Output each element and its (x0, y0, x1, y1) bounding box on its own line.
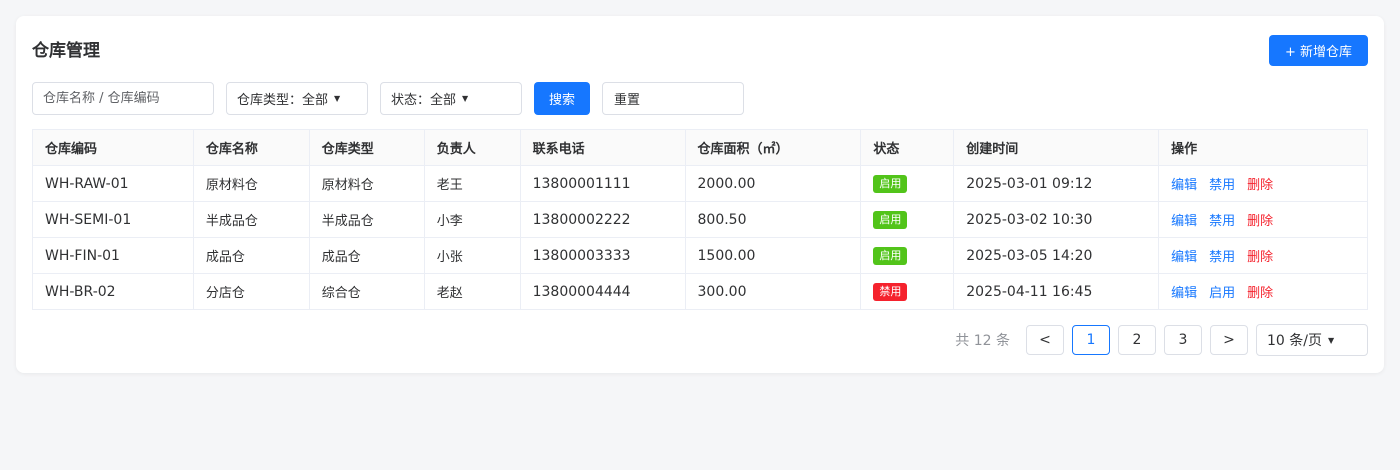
warehouse-table: 仓库编码 仓库名称 仓库类型 负责人 联系电话 仓库面积（㎡） 状态 创建时间 操作 WH-RA… (32, 129, 1368, 310)
cell-code: WH-RAW-01 (32, 165, 194, 202)
cell-code: WH-FIN-01 (32, 237, 194, 274)
search-button[interactable]: 搜索 (534, 82, 590, 115)
cell-actions: 编辑 禁用 删除 (1158, 237, 1368, 274)
page-size-select[interactable]: 10 条/页 ▼ (1256, 324, 1368, 356)
column-header: 创建时间 (953, 129, 1160, 166)
cell-type: 半成品仓 (308, 201, 425, 238)
cell-phone: 13800003333 (519, 237, 686, 274)
table-header-row: 仓库编码 仓库名称 仓库类型 负责人 联系电话 仓库面积（㎡） 状态 创建时间 操作 (32, 129, 1368, 166)
cell-area: 2000.00 (684, 165, 862, 202)
page-size-label: 10 条/页 (1267, 333, 1322, 349)
cell-status: 启用 (860, 237, 955, 274)
delete-link[interactable]: 删除 (1247, 286, 1273, 301)
cell-manager: 老王 (423, 165, 521, 202)
prev-page-button[interactable]: < (1026, 325, 1064, 355)
cell-actions: 编辑 启用 删除 (1158, 273, 1368, 310)
cell-name: 成品仓 (192, 237, 310, 274)
status-select[interactable]: 状态：全部 ▼ (380, 82, 522, 115)
column-header: 仓库编码 (32, 129, 194, 166)
delete-link[interactable]: 删除 (1247, 178, 1273, 193)
table-row: WH-SEMI-01 半成品仓 半成品仓 小李 13800002222 800.50 启用 2… (32, 201, 1368, 238)
edit-link[interactable]: 编辑 (1171, 286, 1197, 301)
cell-manager: 小李 (423, 201, 521, 238)
cell-manager: 老赵 (423, 273, 521, 310)
column-header: 仓库面积（㎡） (684, 129, 862, 166)
column-header: 联系电话 (519, 129, 686, 166)
table-body: WH-RAW-01 原材料仓 原材料仓 老王 13800001111 2000.00 启用 2… (32, 165, 1368, 310)
delete-link[interactable]: 删除 (1247, 214, 1273, 229)
toggle-status-link[interactable]: 禁用 (1209, 178, 1235, 193)
toggle-status-link[interactable]: 禁用 (1209, 250, 1235, 265)
cell-created: 2025-03-02 10:30 (953, 201, 1160, 238)
caret-down-icon: ▼ (462, 94, 469, 103)
page-button[interactable]: 1 (1072, 325, 1110, 355)
table-row: WH-FIN-01 成品仓 成品仓 小张 13800003333 1500.00 启用 202… (32, 237, 1368, 274)
add-warehouse-button[interactable]: + 新增仓库 (1269, 35, 1368, 66)
toggle-status-link[interactable]: 启用 (1209, 286, 1235, 301)
cell-created: 2025-03-01 09:12 (953, 165, 1160, 202)
page-button[interactable]: 3 (1164, 325, 1202, 355)
cell-type: 原材料仓 (308, 165, 425, 202)
status-badge: 启用 (873, 246, 908, 265)
cell-name: 半成品仓 (192, 201, 310, 238)
status-badge: 启用 (873, 174, 908, 193)
cell-status: 启用 (860, 201, 955, 238)
status-badge: 启用 (873, 210, 908, 229)
cell-phone: 13800004444 (519, 273, 686, 310)
total-count: 共 12 条 (955, 333, 1010, 349)
cell-code: WH-BR-02 (32, 273, 194, 310)
column-header: 操作 (1158, 129, 1368, 166)
cell-area: 300.00 (684, 273, 862, 310)
next-page-button[interactable]: > (1210, 325, 1248, 355)
cell-area: 1500.00 (684, 237, 862, 274)
search-input[interactable] (43, 91, 213, 106)
cell-actions: 编辑 禁用 删除 (1158, 201, 1368, 238)
cell-created: 2025-03-05 14:20 (953, 237, 1160, 274)
caret-down-icon: ▼ (334, 94, 341, 103)
cell-type: 综合仓 (308, 273, 425, 310)
table-row: WH-BR-02 分店仓 综合仓 老赵 13800004444 300.00 禁用 2025-… (32, 273, 1368, 310)
edit-link[interactable]: 编辑 (1171, 178, 1197, 193)
pagination: 共 12 条 < 123 > 10 条/页 ▼ (955, 324, 1368, 356)
status-select-label: 状态：全部 (391, 93, 457, 108)
delete-link[interactable]: 删除 (1247, 250, 1273, 265)
cell-name: 分店仓 (192, 273, 310, 310)
reset-button[interactable]: 重置 (602, 82, 744, 115)
edit-link[interactable]: 编辑 (1171, 214, 1197, 229)
column-header: 状态 (860, 129, 955, 166)
cell-phone: 13800001111 (519, 165, 686, 202)
search-box[interactable] (32, 82, 214, 115)
cell-phone: 13800002222 (519, 201, 686, 238)
column-header: 负责人 (423, 129, 521, 166)
column-header: 仓库类型 (308, 129, 425, 166)
type-select[interactable]: 仓库类型：全部 ▼ (226, 82, 368, 115)
edit-link[interactable]: 编辑 (1171, 250, 1197, 265)
status-badge: 禁用 (873, 282, 908, 301)
cell-area: 800.50 (684, 201, 862, 238)
table-row: WH-RAW-01 原材料仓 原材料仓 老王 13800001111 2000.00 启用 2… (32, 165, 1368, 202)
page-title: 仓库管理 (32, 41, 100, 61)
page-buttons: 123 (1064, 325, 1202, 355)
type-select-label: 仓库类型：全部 (237, 93, 329, 108)
cell-type: 成品仓 (308, 237, 425, 274)
cell-actions: 编辑 禁用 删除 (1158, 165, 1368, 202)
cell-status: 启用 (860, 165, 955, 202)
page-button[interactable]: 2 (1118, 325, 1156, 355)
column-header: 仓库名称 (192, 129, 310, 166)
cell-manager: 小张 (423, 237, 521, 274)
cell-name: 原材料仓 (192, 165, 310, 202)
toggle-status-link[interactable]: 禁用 (1209, 214, 1235, 229)
cell-created: 2025-04-11 16:45 (953, 273, 1160, 310)
caret-down-icon: ▼ (1327, 335, 1335, 345)
cell-code: WH-SEMI-01 (32, 201, 194, 238)
cell-status: 禁用 (860, 273, 955, 310)
warehouse-card: 仓库管理 + 新增仓库 仓库类型：全部 ▼ 状态：全部 ▼ 搜索 重置 仓库编码… (16, 16, 1384, 373)
